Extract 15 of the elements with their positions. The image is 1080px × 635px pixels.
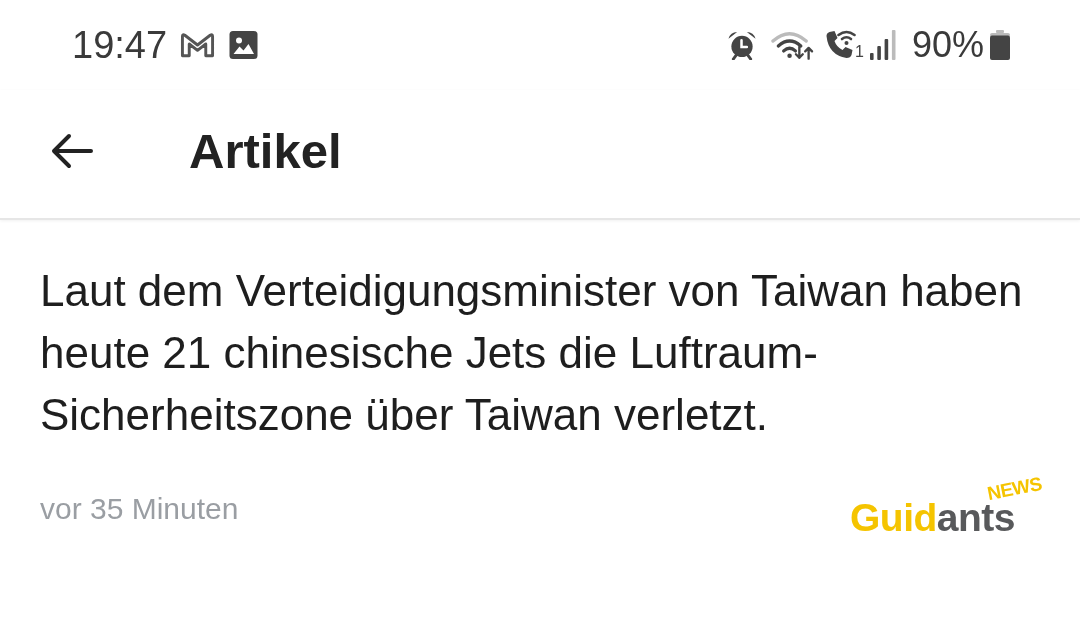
battery-percentage: 90% [911,23,984,67]
signal-icon [869,30,896,60]
mail-icon [180,32,216,58]
battery-icon [990,30,1010,60]
source-logo-tag: NEWS [985,473,1044,505]
image-icon [229,31,259,59]
article-timestamp: vor 35 Minuten [40,491,239,527]
clock-time: 19:47 [72,23,168,67]
back-arrow-icon [50,133,94,169]
wifi-call-icon [824,30,858,60]
alarm-clock-icon [727,30,758,60]
article-text: Laut dem Verteidigungsminister von Taiwan haben heute 21 chinesische Jets die Luftraum-Sicherheitszone über Taiwan verletzt. [40,265,1024,441]
sim-number: 1 [855,44,864,60]
wifi-icon [771,30,815,60]
page-title: Artikel [189,123,342,180]
